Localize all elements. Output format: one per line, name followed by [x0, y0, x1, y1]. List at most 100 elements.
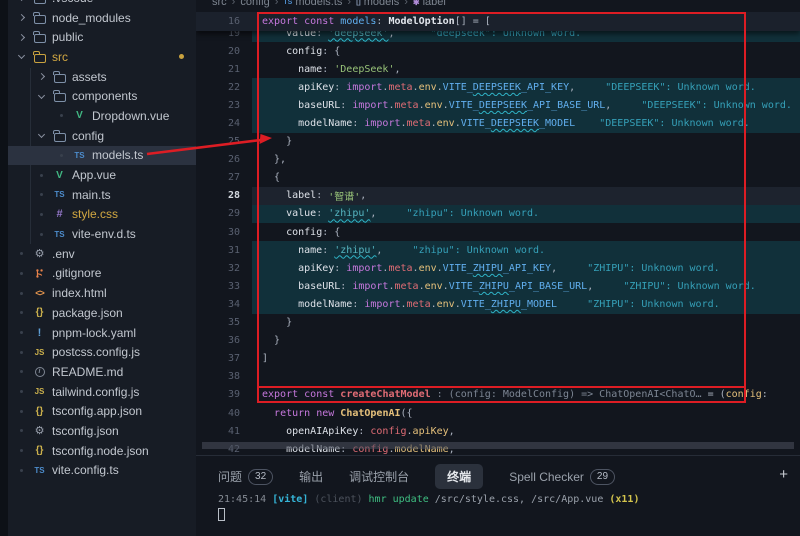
line-number[interactable]: 23: [196, 100, 240, 111]
code-line-21[interactable]: 21 name: 'DeepSeek',: [196, 60, 800, 78]
code-line-35[interactable]: 35 }: [196, 314, 800, 332]
code-text[interactable]: return new ChatOpenAI({: [252, 404, 800, 422]
breadcrumb-item[interactable]: config: [240, 0, 269, 10]
tree-item-index.html[interactable]: <>index.html: [8, 283, 196, 303]
code-text[interactable]: openAIApiKey: config.apiKey,: [252, 422, 800, 440]
line-number[interactable]: 33: [196, 281, 240, 292]
line-number[interactable]: 39: [196, 389, 240, 400]
chevron-down-icon[interactable]: [36, 134, 47, 137]
code-text[interactable]: ]: [252, 350, 800, 368]
line-number[interactable]: 38: [196, 371, 240, 382]
line-number[interactable]: 34: [196, 299, 240, 310]
chevron-right-icon[interactable]: [36, 74, 47, 79]
new-terminal-button[interactable]: +: [779, 466, 788, 483]
code-line-25[interactable]: 25 }: [196, 133, 800, 151]
panel-tab-输出[interactable]: 输出: [299, 468, 323, 485]
line-number[interactable]: 41: [196, 426, 240, 437]
tree-item-.gitignore[interactable]: .gitignore: [8, 264, 196, 284]
tree-item-main.ts[interactable]: TSmain.ts: [8, 185, 196, 205]
breadcrumb-item[interactable]: src: [212, 0, 227, 10]
tree-item-package.json[interactable]: {}package.json: [8, 303, 196, 323]
line-number[interactable]: 25: [196, 136, 240, 147]
code-line-26[interactable]: 26 },: [196, 151, 800, 169]
breadcrumb-item[interactable]: []models: [356, 0, 399, 10]
tree-item-README.md[interactable]: iREADME.md: [8, 362, 196, 382]
code-line-33[interactable]: 33 baseURL: import.meta.env.VITE_ZHIPU_A…: [196, 277, 800, 295]
code-line-40[interactable]: 40 return new ChatOpenAI({: [196, 404, 800, 422]
code-text[interactable]: [252, 368, 800, 386]
code-text[interactable]: apiKey: import.meta.env.VITE_ZHIPU_API_K…: [252, 259, 800, 277]
tree-item-App.vue[interactable]: VApp.vue: [8, 165, 196, 185]
tree-item-.env[interactable]: ⚙.env: [8, 244, 196, 264]
sticky-scroll-line[interactable]: 16 export const models: ModelOption[] = [: [196, 12, 800, 31]
line-number[interactable]: 28: [196, 190, 240, 201]
panel-tab-Spell-Checker[interactable]: Spell Checker29: [509, 469, 615, 485]
tree-item-Dropdown.vue[interactable]: VDropdown.vue: [8, 106, 196, 126]
code-text[interactable]: modelName: import.meta.env.VITE_DEEPSEEK…: [252, 114, 800, 132]
line-number[interactable]: 21: [196, 64, 240, 75]
line-number[interactable]: 29: [196, 208, 240, 219]
code-line-27[interactable]: 27 {: [196, 169, 800, 187]
code-text[interactable]: baseURL: import.meta.env.VITE_ZHIPU_API_…: [252, 277, 800, 295]
code-text[interactable]: export const createChatModel : (config: …: [252, 386, 800, 404]
breadcrumb-item[interactable]: ✱label: [413, 0, 446, 10]
code-line-20[interactable]: 20 config: {: [196, 42, 800, 60]
tree-item-assets[interactable]: assets: [8, 67, 196, 87]
tree-item-config[interactable]: config: [8, 126, 196, 146]
line-number[interactable]: 40: [196, 408, 240, 419]
tree-item-tsconfig.json[interactable]: ⚙tsconfig.json: [8, 421, 196, 441]
code-line-29[interactable]: 29 value: 'zhipu', "zhipu": Unknown word…: [196, 205, 800, 223]
chevron-down-icon[interactable]: [36, 95, 47, 98]
code-text[interactable]: }: [252, 332, 800, 350]
line-number[interactable]: 16: [196, 16, 240, 27]
code-text[interactable]: config: {: [252, 42, 800, 60]
panel-tab-调试控制台[interactable]: 调试控制台: [349, 468, 409, 485]
code-text[interactable]: name: 'DeepSeek',: [252, 60, 800, 78]
tree-item-node-modules[interactable]: node_modules: [8, 8, 196, 28]
code-text[interactable]: label: '智谱',: [252, 187, 800, 205]
line-number[interactable]: 35: [196, 317, 240, 328]
tree-item-vite-env.d.ts[interactable]: TSvite-env.d.ts: [8, 224, 196, 244]
breadcrumb-item[interactable]: TSmodels.ts: [283, 0, 342, 10]
code-text[interactable]: {: [252, 169, 800, 187]
chevron-right-icon[interactable]: [16, 35, 27, 40]
panel-tab-终端[interactable]: 终端: [435, 464, 483, 489]
chevron-right-icon[interactable]: [16, 15, 27, 20]
code-line-34[interactable]: 34 modelName: import.meta.env.VITE_ZHIPU…: [196, 295, 800, 313]
code-line-24[interactable]: 24 modelName: import.meta.env.VITE_DEEPS…: [196, 114, 800, 132]
code-line-32[interactable]: 32 apiKey: import.meta.env.VITE_ZHIPU_AP…: [196, 259, 800, 277]
line-number[interactable]: 22: [196, 82, 240, 93]
horizontal-scrollbar[interactable]: [202, 442, 794, 449]
code-line-30[interactable]: 30 config: {: [196, 223, 800, 241]
tree-item-vite.config.ts[interactable]: TSvite.config.ts: [8, 461, 196, 481]
tree-item-tsconfig.app.json[interactable]: {}tsconfig.app.json: [8, 401, 196, 421]
code-line-39[interactable]: 39 export const createChatModel : (config…: [196, 386, 800, 404]
code-text[interactable]: name: 'zhipu', "zhipu": Unknown word.: [252, 241, 800, 259]
code-text[interactable]: }: [252, 133, 800, 151]
line-number[interactable]: 26: [196, 154, 240, 165]
tree-item-public[interactable]: public: [8, 27, 196, 47]
line-number[interactable]: 36: [196, 335, 240, 346]
line-number[interactable]: 32: [196, 263, 240, 274]
tree-item-.vscode[interactable]: .vscode: [8, 0, 196, 8]
code-editor[interactable]: 16 export const models: ModelOption[] = […: [196, 12, 800, 455]
line-number[interactable]: 30: [196, 227, 240, 238]
code-line-22[interactable]: 22 apiKey: import.meta.env.VITE_DEEPSEEK…: [196, 78, 800, 96]
code-text[interactable]: }: [252, 314, 800, 332]
line-number[interactable]: 24: [196, 118, 240, 129]
code-text[interactable]: baseURL: import.meta.env.VITE_DEEPSEEK_A…: [252, 96, 800, 114]
code-text[interactable]: modelName: import.meta.env.VITE_ZHIPU_MO…: [252, 295, 800, 313]
tree-item-tsconfig.node.json[interactable]: {}tsconfig.node.json: [8, 441, 196, 461]
line-number[interactable]: 27: [196, 172, 240, 183]
code-line-41[interactable]: 41 openAIApiKey: config.apiKey,: [196, 422, 800, 440]
code-line-23[interactable]: 23 baseURL: import.meta.env.VITE_DEEPSEE…: [196, 96, 800, 114]
line-number[interactable]: 20: [196, 46, 240, 57]
tree-item-style.css[interactable]: #style.css: [8, 205, 196, 225]
tree-item-postcss.config.js[interactable]: JSpostcss.config.js: [8, 342, 196, 362]
chevron-down-icon[interactable]: [16, 55, 27, 58]
code-lines[interactable]: 19 value: 'deepseek', "deepseek": Unknow…: [196, 24, 800, 455]
code-line-31[interactable]: 31 name: 'zhipu', "zhipu": Unknown word.: [196, 241, 800, 259]
code-line-28[interactable]: 28 label: '智谱',: [196, 187, 800, 205]
code-text[interactable]: export const models: ModelOption[] = [: [252, 16, 491, 27]
tree-item-src[interactable]: src: [8, 47, 196, 67]
